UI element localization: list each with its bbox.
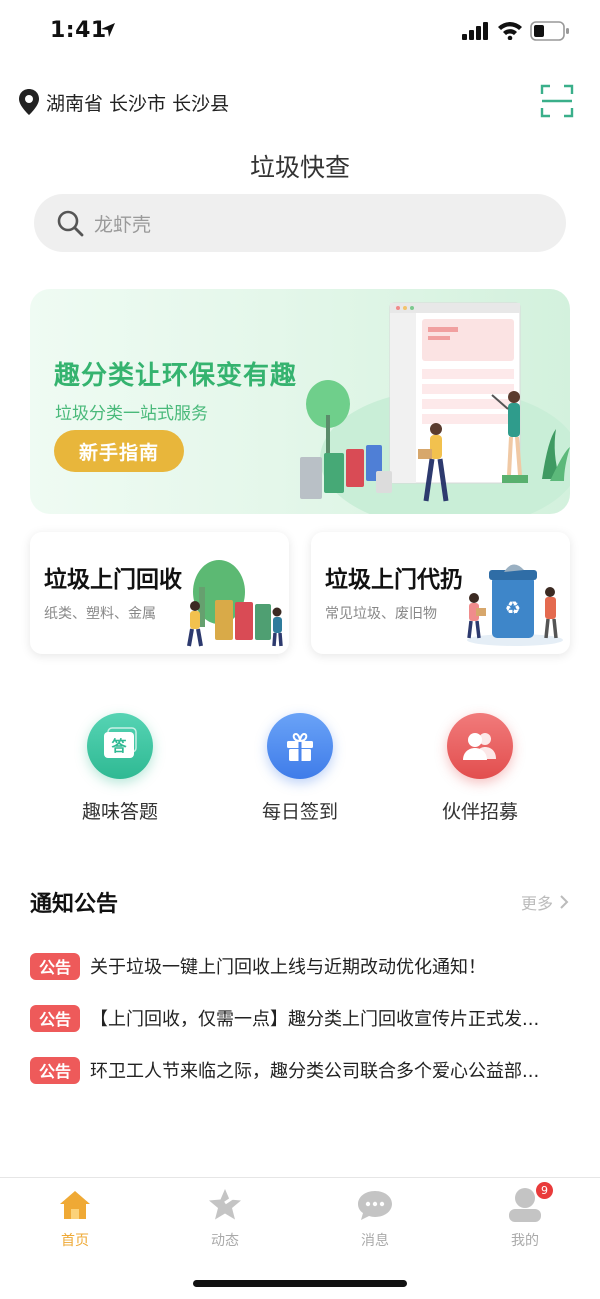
notice-text: 关于垃圾一键上门回收上线与近期改动优化通知！: [90, 957, 486, 978]
star-icon: [175, 1186, 275, 1224]
gift-icon: [267, 713, 333, 779]
tab-label: 消息: [361, 1233, 389, 1249]
more-link[interactable]: 更多: [521, 890, 571, 914]
notice-section-title: 通知公告: [30, 892, 119, 917]
card-title: 垃圾上门代扔: [325, 567, 463, 593]
search-input[interactable]: 龙虾壳: [34, 194, 566, 252]
wifi-icon: [498, 22, 522, 40]
recycle-illustration: [187, 560, 283, 647]
banner-subtitle: 垃圾分类一站式服务: [55, 404, 208, 424]
card-subtitle: 纸类、塑料、金属: [44, 606, 156, 622]
tab-home[interactable]: 首页: [25, 1186, 125, 1250]
notice-item[interactable]: 公告 【上门回收，仅需一点】趣分类上门回收宣传片正式发...: [30, 1003, 570, 1033]
page-title: 垃圾快查: [249, 153, 350, 182]
tab-label: 动态: [211, 1233, 239, 1249]
checkin-action[interactable]: 每日签到: [230, 713, 370, 824]
notice-item[interactable]: 公告 环卫工人节来临之际，趣分类公司联合多个爱心公益部...: [30, 1055, 570, 1085]
partner-action[interactable]: 伙伴招募: [410, 713, 550, 824]
tab-label: 我的: [511, 1233, 539, 1249]
notice-text: 环卫工人节来临之际，趣分类公司联合多个爱心公益部...: [90, 1061, 540, 1082]
card-title: 垃圾上门回收: [44, 567, 182, 593]
tab-messages[interactable]: 消息: [325, 1186, 425, 1250]
location-text: 湖南省 长沙市 长沙县: [46, 92, 230, 115]
battery-icon: [530, 21, 569, 41]
more-label: 更多: [521, 894, 554, 913]
recycle-pickup-card[interactable]: 垃圾上门回收 纸类、塑料、金属: [30, 532, 289, 654]
home-icon: [25, 1186, 125, 1224]
people-icon: [447, 713, 513, 779]
user-icon: [475, 1186, 575, 1224]
tab-label: 首页: [61, 1233, 89, 1249]
quiz-icon-text: 答: [111, 737, 127, 755]
banner-title: 趣分类让环保变有趣: [54, 361, 298, 391]
svg-text:♻: ♻: [505, 598, 521, 619]
scan-icon[interactable]: [540, 84, 574, 118]
notification-badge: 9: [536, 1182, 553, 1199]
tab-profile[interactable]: 9 我的: [475, 1182, 575, 1250]
quiz-action[interactable]: 答 趣味答题: [50, 713, 190, 824]
status-bar: 1:41: [0, 0, 600, 66]
search-placeholder: 龙虾壳: [94, 213, 152, 236]
notice-badge: 公告: [30, 1004, 80, 1032]
quiz-icon: 答: [87, 713, 153, 779]
banner-illustration: [300, 302, 570, 514]
status-time: 1:41: [50, 18, 107, 43]
notice-badge: 公告: [30, 1056, 80, 1084]
location-selector[interactable]: 湖南省 长沙市 长沙县: [18, 87, 229, 117]
promo-banner[interactable]: 趣分类让环保变有趣 垃圾分类一站式服务 新手指南: [30, 289, 570, 514]
chevron-right-icon: [560, 895, 569, 909]
guide-button[interactable]: 新手指南: [54, 430, 184, 472]
trash-bin-illustration: ♻: [467, 564, 563, 646]
notice-text: 【上门回收，仅需一点】趣分类上门回收宣传片正式发...: [90, 1009, 540, 1030]
location-pin-icon: [19, 89, 39, 115]
action-label: 伙伴招募: [441, 801, 518, 823]
search-icon: [57, 210, 84, 237]
cellular-signal-icon: [462, 22, 488, 40]
chat-icon: [325, 1186, 425, 1224]
action-label: 每日签到: [261, 801, 338, 823]
action-label: 趣味答题: [81, 801, 158, 823]
notice-item[interactable]: 公告 关于垃圾一键上门回收上线与近期改动优化通知！: [30, 951, 570, 981]
location-arrow-icon: [101, 23, 115, 37]
tab-feed[interactable]: 动态: [175, 1186, 275, 1250]
card-subtitle: 常见垃圾、废旧物: [325, 606, 437, 622]
trash-pickup-card[interactable]: 垃圾上门代扔 常见垃圾、废旧物 ♻: [311, 532, 570, 654]
notice-badge: 公告: [30, 952, 80, 980]
home-indicator: [193, 1280, 407, 1287]
